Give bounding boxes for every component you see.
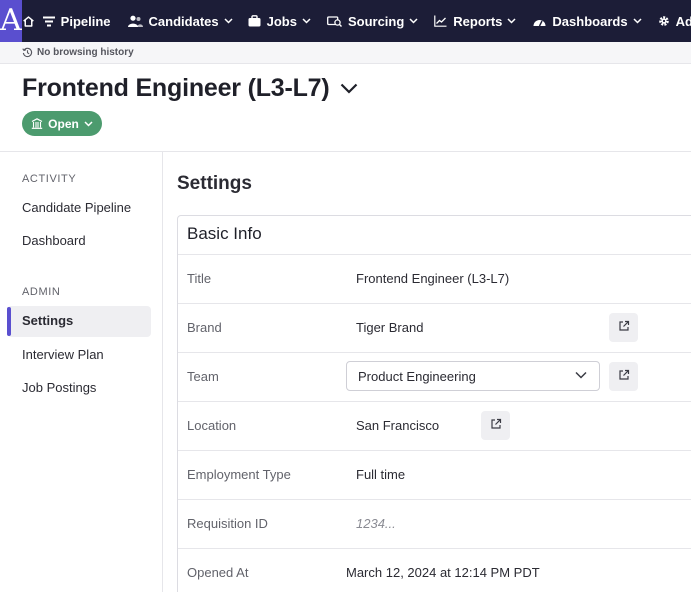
sidebar-item-interview-plan[interactable]: Interview Plan: [22, 347, 104, 362]
sidebar-item-settings[interactable]: Settings: [22, 313, 73, 328]
chevron-down-icon: [507, 18, 516, 24]
brand-open-link-button[interactable]: [609, 313, 638, 342]
chevron-down-icon: [575, 371, 587, 379]
location-open-link-button[interactable]: [481, 411, 510, 440]
job-title-dropdown[interactable]: Frontend Engineer (L3-L7): [22, 74, 358, 103]
sourcing-icon: [327, 15, 342, 27]
sidebar-heading-activity: ACTIVITY: [22, 173, 77, 185]
title-value[interactable]: Frontend Engineer (L3-L7): [356, 271, 509, 286]
row-divider: [178, 254, 691, 255]
history-text: No browsing history: [37, 47, 134, 58]
nav-dashboards[interactable]: Dashboards: [533, 0, 642, 42]
team-open-link-button[interactable]: [609, 362, 638, 391]
nav-jobs[interactable]: Jobs: [248, 0, 311, 42]
sidebar-heading-admin: ADMIN: [22, 286, 61, 298]
brand-label: Brand: [187, 320, 222, 335]
row-divider: [178, 499, 691, 500]
chevron-down-icon: [224, 18, 233, 24]
nav-candidates[interactable]: Candidates: [127, 0, 233, 42]
briefcase-icon: [248, 15, 261, 27]
gear-icon: [658, 15, 670, 27]
external-link-icon: [618, 368, 630, 386]
filter-icon: [42, 16, 55, 27]
nav-dashboards-label: Dashboards: [552, 13, 628, 29]
page-title: Frontend Engineer (L3-L7): [22, 74, 330, 102]
opened-at-value: March 12, 2024 at 12:14 PM PDT: [346, 565, 540, 580]
sidebar-item-job-postings[interactable]: Job Postings: [22, 380, 96, 395]
employment-type-label: Employment Type: [187, 467, 291, 482]
top-nav: A Pipeline Candidates Jobs Sourcing Repo…: [0, 0, 691, 42]
status-badge[interactable]: Open: [22, 111, 102, 136]
gauge-icon: [533, 16, 546, 27]
chevron-down-icon: [633, 18, 642, 24]
team-select-value: Product Engineering: [358, 368, 476, 384]
nav-admin-label: Admin: [675, 13, 691, 29]
nav-pipeline-label: Pipeline: [60, 13, 111, 29]
nav-candidates-label: Candidates: [148, 13, 219, 29]
status-label: Open: [48, 116, 79, 131]
home-icon[interactable]: [22, 0, 35, 42]
row-divider: [178, 548, 691, 549]
external-link-icon: [618, 319, 630, 337]
nav-reports-label: Reports: [453, 13, 503, 29]
card-title: Basic Info: [187, 224, 262, 243]
row-divider: [178, 401, 691, 402]
employment-type-value[interactable]: Full time: [356, 467, 405, 482]
external-link-icon: [490, 417, 502, 435]
requisition-id-label: Requisition ID: [187, 516, 268, 531]
team-label: Team: [187, 369, 219, 384]
building-icon: [31, 118, 43, 129]
settings-heading: Settings: [177, 173, 252, 194]
sidebar-item-dashboard[interactable]: Dashboard: [22, 233, 86, 248]
app-logo[interactable]: A: [0, 0, 22, 42]
nav-sourcing-label: Sourcing: [347, 13, 405, 29]
chevron-down-icon: [409, 18, 418, 24]
chevron-down-icon: [302, 18, 311, 24]
row-divider: [178, 450, 691, 451]
nav-sourcing[interactable]: Sourcing: [327, 0, 418, 42]
opened-at-label: Opened At: [187, 565, 249, 580]
row-divider: [178, 303, 691, 304]
chevron-down-icon: [340, 83, 358, 94]
nav-reports[interactable]: Reports: [434, 0, 516, 42]
sidebar: [0, 152, 163, 592]
row-divider: [178, 352, 691, 353]
sidebar-item-candidate-pipeline[interactable]: Candidate Pipeline: [22, 200, 131, 215]
location-label: Location: [187, 418, 237, 433]
people-icon: [127, 15, 143, 27]
brand-value[interactable]: Tiger Brand: [356, 320, 423, 335]
location-value[interactable]: San Francisco: [356, 418, 439, 433]
title-label: Title: [187, 271, 212, 286]
sidebar-active-indicator: [7, 307, 11, 336]
team-select[interactable]: Product Engineering: [346, 361, 600, 391]
history-bar: No browsing history: [0, 42, 691, 64]
nav-pipeline[interactable]: Pipeline: [42, 0, 111, 42]
chart-icon: [434, 15, 447, 27]
nav-admin[interactable]: Admin: [658, 0, 691, 42]
nav-jobs-label: Jobs: [266, 13, 297, 29]
history-icon: [22, 47, 33, 58]
chevron-down-icon: [84, 120, 93, 127]
requisition-id-value[interactable]: 1234...: [356, 516, 396, 531]
